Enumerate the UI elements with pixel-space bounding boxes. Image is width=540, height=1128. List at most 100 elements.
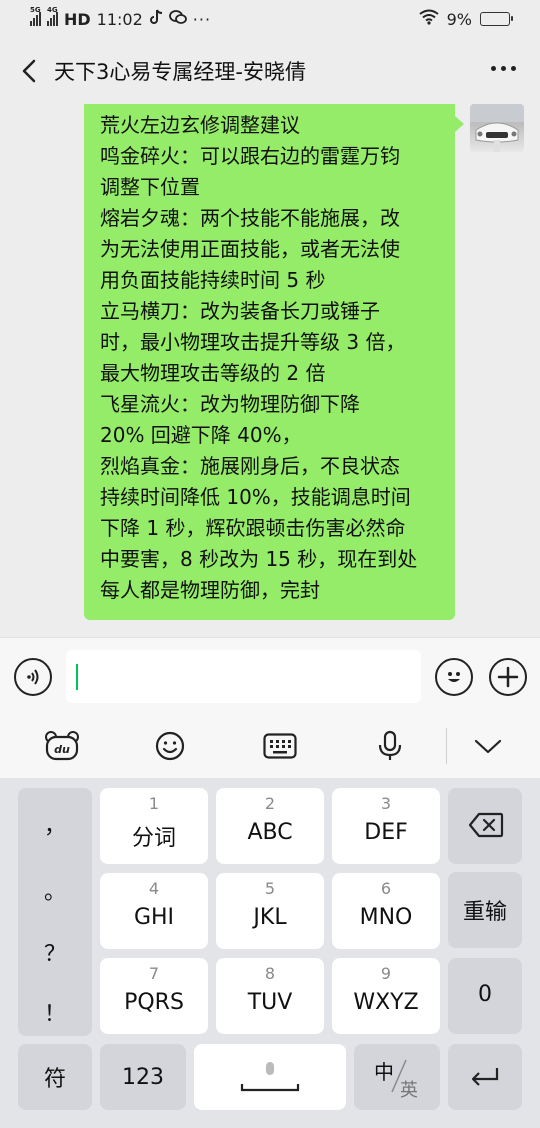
key-number: 6 <box>380 879 392 898</box>
key-number: 3 <box>380 794 392 813</box>
message-line: 下降 1 秒，辉砍跟顿击伤害必然命 <box>100 516 406 540</box>
chevron-left-icon <box>22 59 36 83</box>
message-input[interactable] <box>66 650 421 703</box>
key-letters: 分词 <box>131 826 176 851</box>
hd-indicator: HD <box>64 9 91 29</box>
reenter-key[interactable]: 重输 <box>448 872 522 948</box>
message-line: 每人都是物理防御，完封 <box>100 578 320 602</box>
space-mic-icon <box>240 1062 300 1092</box>
symbol-key[interactable]: 符 <box>18 1044 92 1110</box>
wifi-icon <box>418 9 439 29</box>
svg-text:du: du <box>54 743 70 756</box>
key-number: 5 <box>264 879 276 898</box>
keyboard: ， 。 ？ ！ 1 分词 2 ABC 3 DEF 4 GHI 5 JKL 6 MNO 7 PQRS 8 TUV… <box>0 778 540 1128</box>
lang-en-label: 英 <box>400 1080 418 1101</box>
message-list[interactable]: 荒火左边玄修调整建议 鸣金碎火：可以跟右边的雷霆万钧 调整下位置 熔岩夕魂：两个技能不… <box>0 104 540 637</box>
microphone-icon <box>378 730 402 760</box>
key-9[interactable]: 9 WXYZ <box>332 958 440 1034</box>
key-4[interactable]: 4 GHI <box>100 873 208 949</box>
message-line: 中要害，8 秒改为 15 秒，现在到处 <box>100 547 418 571</box>
wechat-icon <box>168 9 187 29</box>
key-number: 1 <box>148 794 160 813</box>
text-caret <box>76 664 78 690</box>
key-letters: GHI <box>133 905 175 930</box>
key-letters: ABC <box>247 820 293 845</box>
cell-signal-2-icon: 4G <box>47 6 58 26</box>
message-line: 20% 回避下降 40%， <box>100 423 302 447</box>
backspace-key[interactable] <box>448 788 522 864</box>
tiktok-icon <box>149 9 163 29</box>
battery-icon <box>480 12 513 26</box>
key-letters: TUV <box>247 990 293 1015</box>
key-2[interactable]: 2 ABC <box>216 788 324 864</box>
key-letters: WXYZ <box>353 990 419 1015</box>
punct-exclaim[interactable]: ！ <box>18 996 92 1028</box>
zero-key[interactable]: 0 <box>448 958 522 1034</box>
chat-header: 天下3心易专属经理-安晓倩 <box>0 38 540 104</box>
smiley-icon <box>155 731 185 761</box>
key-number: 4 <box>148 879 160 898</box>
key-letters: DEF <box>364 820 408 845</box>
punct-period[interactable]: 。 <box>18 874 92 906</box>
avatar[interactable] <box>470 104 524 152</box>
more-options-button[interactable] <box>491 66 516 71</box>
message-line: 为无法使用正面技能，或者无法使 <box>100 237 400 261</box>
key-letters: JKL <box>253 905 287 930</box>
language-switch-key[interactable]: 中 英 <box>354 1044 440 1110</box>
punct-comma[interactable]: ， <box>18 808 92 840</box>
punctuation-column[interactable]: ， 。 ？ ！ <box>18 788 92 1036</box>
status-time: 11:02 <box>96 9 143 29</box>
bubble-tail <box>455 116 464 132</box>
message-line: 鸣金碎火：可以跟右边的雷霆万钧 <box>100 144 400 168</box>
emoji-icon <box>448 672 460 682</box>
baidu-ime-icon: du <box>45 731 79 761</box>
more-functions-button[interactable] <box>489 658 527 696</box>
message-line: 时，最小物理攻击提升等级 3 倍， <box>100 330 406 354</box>
emoji-button[interactable] <box>435 658 473 696</box>
more-dots-icon: ··· <box>192 9 212 29</box>
key-7[interactable]: 7 PQRS <box>100 958 208 1034</box>
voice-mode-button[interactable] <box>14 658 52 696</box>
keyboard-icon <box>263 733 297 759</box>
keyboard-toolbar: du <box>0 714 540 778</box>
keyboard-layout-button[interactable] <box>262 728 298 764</box>
battery-percent: 9% <box>446 9 472 29</box>
message-line: 荒火左边玄修调整建议 <box>100 113 300 137</box>
message-line: 烈焰真金：施展刚身后，不良状态 <box>100 454 400 478</box>
chevron-down-icon <box>474 739 502 754</box>
message-line: 调整下位置 <box>100 175 200 199</box>
enter-key[interactable] <box>448 1044 522 1110</box>
message-line: 持续时间降低 10%，技能调息时间 <box>100 485 411 509</box>
key-number: 7 <box>148 964 160 983</box>
message-line: 用负面技能持续时间 5 秒 <box>100 268 326 292</box>
key-number: 9 <box>380 964 392 983</box>
keyboard-emoji-button[interactable] <box>152 728 188 764</box>
key-number: 2 <box>264 794 276 813</box>
cell-signal-1-icon: 5G <box>30 6 41 26</box>
ime-logo-button[interactable]: du <box>44 728 80 764</box>
key-6[interactable]: 6 MNO <box>332 873 440 949</box>
enter-icon <box>471 1068 499 1086</box>
voice-icon <box>27 669 39 685</box>
key-letters: MNO <box>359 905 413 930</box>
space-key[interactable] <box>194 1044 346 1110</box>
punct-question[interactable]: ？ <box>18 936 92 968</box>
status-bar: 5G 4G HD 11:02 ··· 9% <box>0 0 540 38</box>
key-number: 8 <box>264 964 276 983</box>
key-3[interactable]: 3 DEF <box>332 788 440 864</box>
message-line: 飞星流火：改为物理防御下降 <box>100 392 360 416</box>
voice-input-button[interactable] <box>372 728 408 764</box>
chat-title: 天下3心易专属经理-安晓倩 <box>54 60 306 84</box>
key-1[interactable]: 1 分词 <box>100 788 208 864</box>
message-line: 最大物理攻击等级的 2 倍 <box>100 361 326 385</box>
numbers-key[interactable]: 123 <box>100 1044 186 1110</box>
backspace-icon <box>468 812 504 838</box>
message-bubble[interactable]: 荒火左边玄修调整建议 鸣金碎火：可以跟右边的雷霆万钧 调整下位置 熔岩夕魂：两个技能不… <box>84 104 455 620</box>
message-line: 立马横刀：改为装备长刀或锤子 <box>100 299 380 323</box>
key-8[interactable]: 8 TUV <box>216 958 324 1034</box>
key-5[interactable]: 5 JKL <box>216 873 324 949</box>
back-button[interactable] <box>14 56 44 86</box>
key-letters: PQRS <box>124 990 184 1015</box>
hide-keyboard-button[interactable] <box>470 728 506 764</box>
input-bar <box>0 637 540 714</box>
